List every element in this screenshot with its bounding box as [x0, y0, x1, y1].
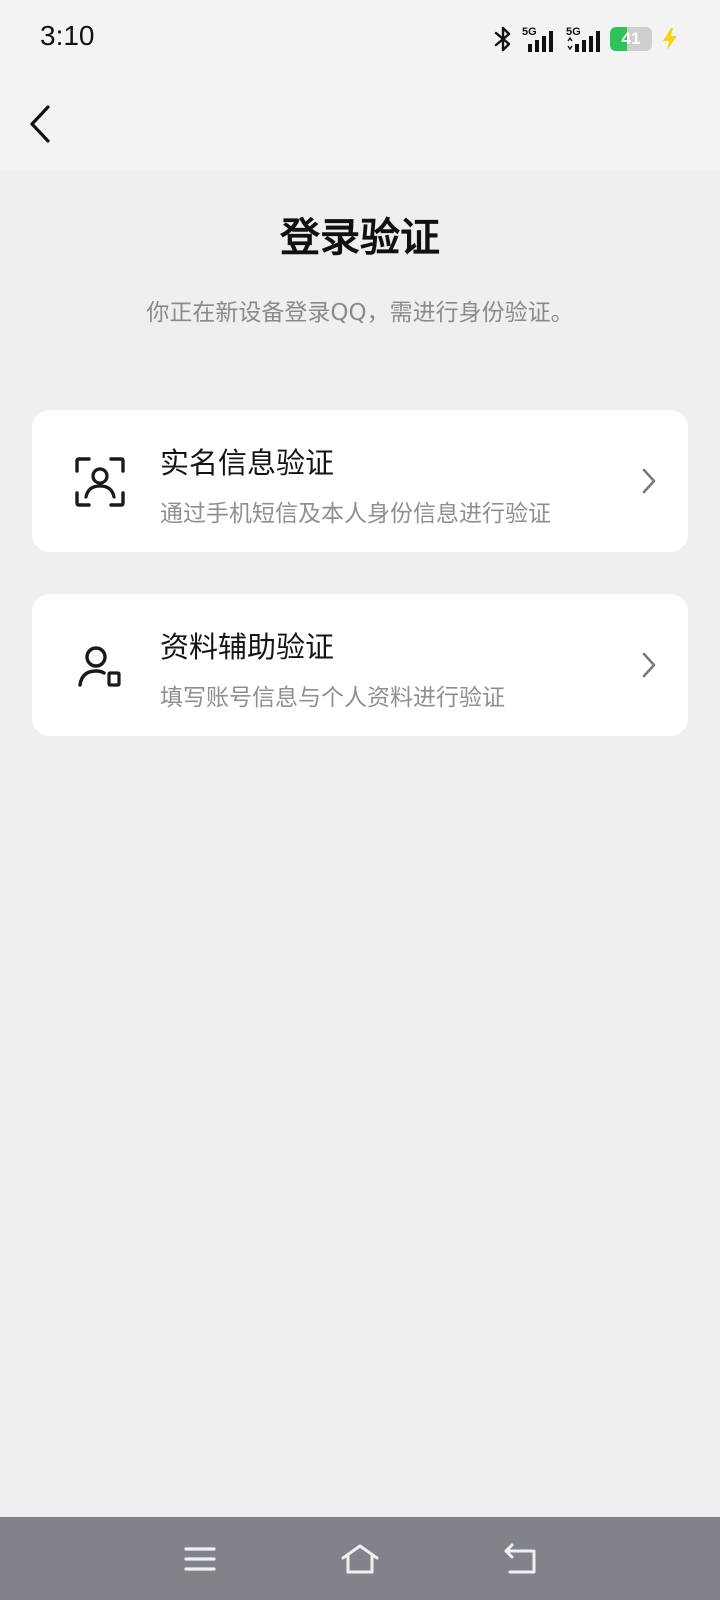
- battery-icon: 41: [610, 27, 652, 51]
- status-icons: 5G 5G 41: [492, 22, 680, 56]
- chevron-right-icon: [642, 652, 656, 678]
- battery-level: 41: [621, 29, 641, 48]
- signal-icon: 5G: [566, 26, 600, 52]
- option-title: 资料辅助验证: [160, 630, 335, 664]
- nav-bar: [0, 78, 720, 170]
- back-button[interactable]: [20, 100, 60, 148]
- system-back-button[interactable]: [496, 1535, 544, 1583]
- menu-button[interactable]: [176, 1535, 224, 1583]
- network-label-2: 5G: [566, 26, 581, 38]
- network-label-1: 5G: [522, 26, 537, 38]
- page-title: 登录验证: [280, 215, 440, 261]
- status-bar: 3:10 5G 5G 41: [0, 0, 720, 78]
- signal-icon: 5G: [522, 26, 553, 52]
- chevron-right-icon: [642, 468, 656, 494]
- option-description: 填写账号信息与个人资料进行验证: [160, 685, 505, 711]
- face-scan-icon: [75, 457, 125, 507]
- user-profile-icon: [78, 646, 121, 687]
- status-time: 3:10: [40, 20, 95, 51]
- page-subtitle: 你正在新设备登录QQ，需进行身份验证。: [146, 300, 574, 326]
- home-button[interactable]: [336, 1535, 384, 1583]
- menu-icon: [184, 1547, 216, 1571]
- home-icon: [341, 1544, 379, 1574]
- option-description: 通过手机短信及本人身份信息进行验证: [160, 501, 551, 527]
- profile-assisted-verification-option[interactable]: 资料辅助验证 填写账号信息与个人资料进行验证: [32, 594, 688, 736]
- option-title: 实名信息验证: [160, 446, 335, 480]
- chevron-left-icon: [30, 105, 50, 143]
- back-icon: [504, 1543, 536, 1574]
- real-name-verification-option[interactable]: 实名信息验证 通过手机短信及本人身份信息进行验证: [32, 410, 688, 552]
- charging-icon: [663, 28, 677, 50]
- bluetooth-icon: [494, 26, 511, 52]
- system-navigation-bar: [0, 1517, 720, 1600]
